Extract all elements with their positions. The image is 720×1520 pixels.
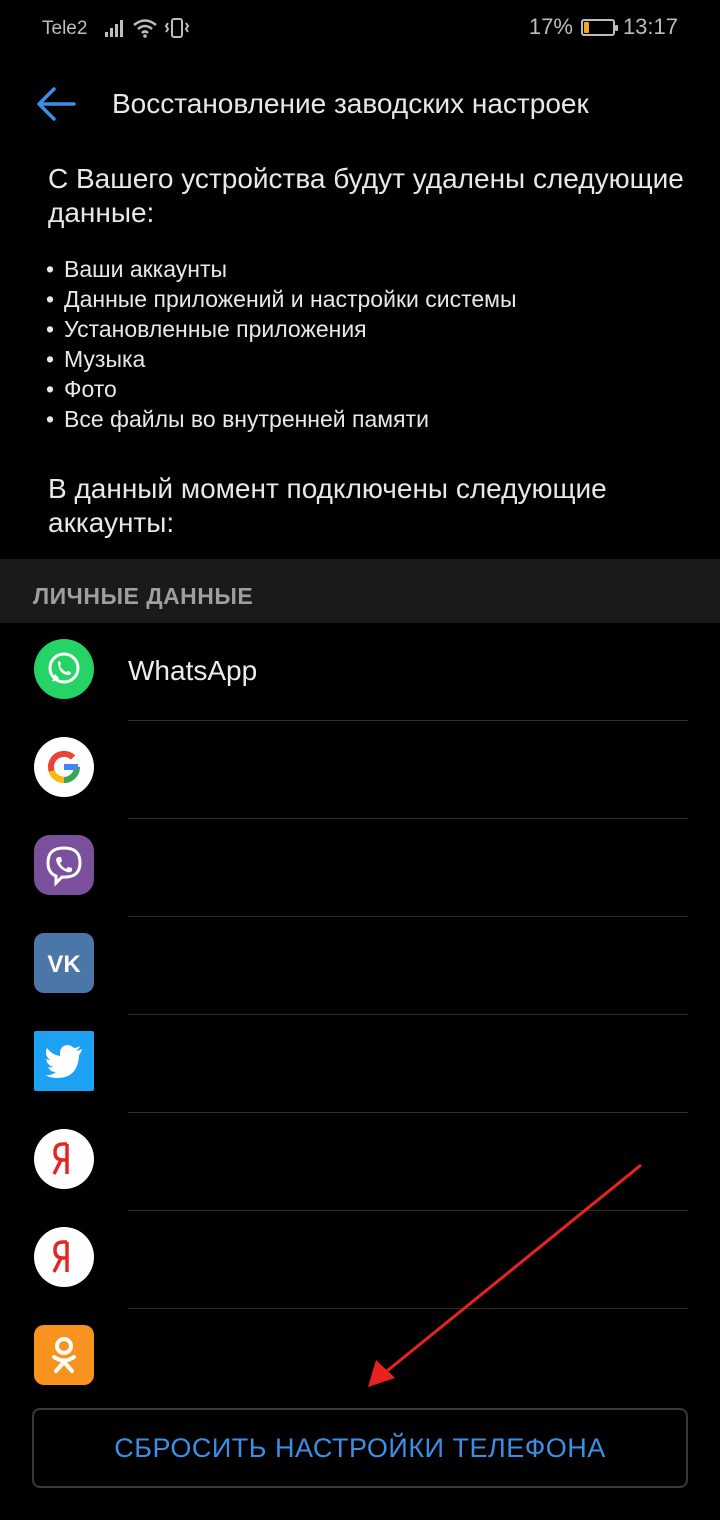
list-item: Фото	[46, 374, 696, 404]
battery-percent: 17%	[528, 14, 573, 39]
viber-icon	[34, 835, 94, 895]
data-to-delete-list: Ваши аккаунты Данные приложений и настро…	[46, 254, 696, 434]
account-row-viber[interactable]	[0, 819, 720, 917]
intro-text: С Вашего устройства будут удалены следую…	[48, 163, 684, 228]
google-icon	[34, 737, 94, 797]
page-title: Восстановление заводских настроек	[112, 88, 589, 119]
arrow-left-icon	[37, 87, 76, 121]
account-row-whatsapp[interactable]: WhatsApp	[0, 623, 720, 721]
status-icons	[104, 14, 190, 42]
svg-text:VK: VK	[47, 951, 81, 977]
account-row-yandex[interactable]	[0, 1113, 720, 1211]
twitter-icon	[34, 1031, 94, 1091]
signal-icon	[105, 20, 123, 37]
account-row-odnoklassniki[interactable]	[0, 1309, 720, 1407]
carrier-label: Tele2	[42, 18, 88, 39]
list-item: Установленные приложения	[46, 314, 696, 344]
account-row-vk[interactable]: VK	[0, 917, 720, 1015]
list-item: Данные приложений и настройки системы	[46, 284, 696, 314]
vk-icon: VK	[34, 933, 94, 993]
accounts-list: WhatsApp VK	[0, 623, 720, 1407]
account-row-twitter[interactable]	[0, 1015, 720, 1113]
odnoklassniki-icon	[34, 1325, 94, 1385]
back-button[interactable]	[34, 84, 78, 124]
wifi-icon	[133, 19, 157, 38]
section-header: ЛИЧНЫЕ ДАННЫЕ	[0, 559, 720, 623]
account-row-yandex[interactable]	[0, 1211, 720, 1309]
section-header-label: ЛИЧНЫЕ ДАННЫЕ	[33, 583, 254, 609]
app-bar: Восстановление заводских настроек	[0, 68, 720, 140]
clock: 13:17	[622, 14, 678, 39]
account-row-google[interactable]	[0, 721, 720, 819]
list-item: Все файлы во внутренней памяти	[46, 404, 696, 434]
vibrate-icon	[164, 18, 190, 38]
whatsapp-icon	[34, 639, 94, 699]
status-right: 17% 13:17	[529, 14, 678, 40]
account-name: WhatsApp	[128, 655, 258, 686]
reset-phone-button-label: СБРОСИТЬ НАСТРОЙКИ ТЕЛЕФОНА	[114, 1432, 606, 1463]
list-item: Музыка	[46, 344, 696, 374]
accounts-text: В данный момент подключены следующие акк…	[48, 473, 607, 538]
status-bar: Tele2 17% 13:17	[0, 0, 720, 56]
yandex-icon	[34, 1129, 94, 1189]
battery-icon	[580, 18, 618, 36]
list-item: Ваши аккаунты	[46, 254, 696, 284]
reset-phone-button[interactable]: СБРОСИТЬ НАСТРОЙКИ ТЕЛЕФОНА	[32, 1408, 688, 1488]
yandex-icon	[34, 1227, 94, 1287]
